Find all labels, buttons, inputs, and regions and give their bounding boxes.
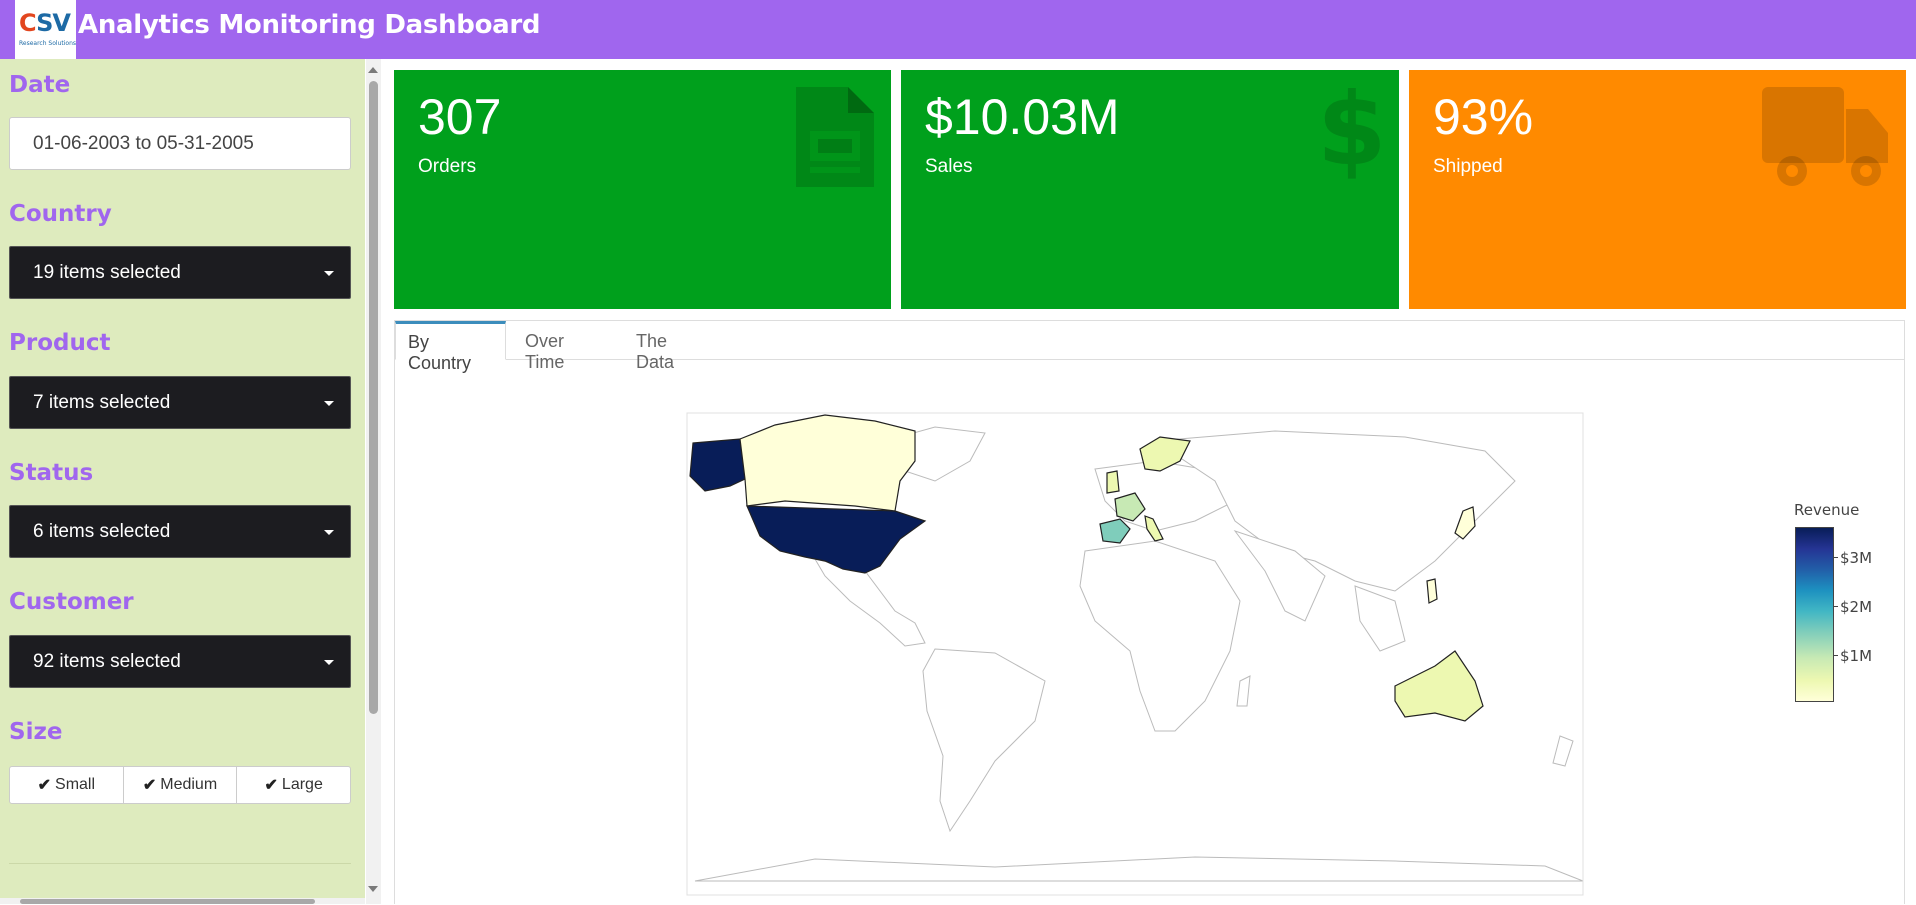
shipped-value: 93%: [1433, 89, 1534, 145]
scroll-down-arrow-icon[interactable]: [368, 886, 378, 892]
size-large-button[interactable]: ✔ Large: [237, 767, 350, 803]
caret-down-icon: [324, 271, 334, 276]
tab-bar: By Country Over Time The Data: [395, 321, 1904, 373]
country-label: Country: [9, 201, 112, 227]
australia-shape: [1394, 650, 1484, 722]
canada-shape: [739, 414, 916, 512]
dollar-icon: $: [1317, 71, 1387, 188]
logo-text: CSV: [19, 9, 71, 37]
status-select[interactable]: 6 items selected: [9, 505, 351, 558]
usa-shape: [746, 505, 927, 574]
country-select-value: 19 items selected: [33, 262, 181, 283]
shipped-value-box: 93% Shipped: [1409, 70, 1906, 309]
size-small-button[interactable]: ✔ Small: [10, 767, 124, 803]
world-choropleth-map[interactable]: [395, 361, 1904, 905]
caret-down-icon: [324, 530, 334, 535]
date-range-input[interactable]: 01-06-2003 to 05-31-2005: [9, 117, 351, 170]
size-label: Size: [9, 719, 63, 745]
header-bar: CSV Research Solutions Analytics Monitor…: [0, 0, 1916, 59]
orders-value-box: 307 Orders: [394, 70, 891, 309]
mexico-shape: [813, 558, 926, 647]
check-icon: ✔: [264, 777, 278, 794]
alaska-shape: [689, 438, 746, 492]
file-text-icon: [796, 87, 874, 187]
logo: CSV Research Solutions: [15, 0, 76, 59]
southeast-asia-shape: [1354, 585, 1406, 652]
colorbar-tick: [1834, 655, 1838, 656]
scrollbar-thumb[interactable]: [369, 81, 378, 714]
product-select-value: 7 items selected: [33, 392, 171, 413]
customer-select[interactable]: 92 items selected: [9, 635, 351, 688]
status-select-value: 6 items selected: [33, 521, 171, 542]
product-select[interactable]: 7 items selected: [9, 376, 351, 429]
scrollbar-thumb[interactable]: [20, 899, 315, 904]
antarctica-shape: [694, 856, 1584, 882]
customer-label: Customer: [9, 589, 134, 615]
colorbar-label-2m: $2M: [1840, 598, 1873, 616]
uk-shape: [1106, 470, 1120, 494]
sales-value: $10.03M: [925, 89, 1120, 145]
sidebar-divider: [9, 863, 351, 864]
new-zealand-shape: [1552, 735, 1574, 767]
scroll-up-arrow-icon[interactable]: [368, 67, 378, 73]
orders-value: 307: [418, 89, 502, 145]
truck-icon: [1762, 87, 1888, 186]
shipped-label: Shipped: [1433, 156, 1503, 177]
tab-the-data[interactable]: The Data: [624, 321, 718, 372]
customer-select-value: 92 items selected: [33, 651, 181, 672]
legend-title: Revenue: [1794, 501, 1860, 519]
country-select[interactable]: 19 items selected: [9, 246, 351, 299]
status-label: Status: [9, 460, 94, 486]
sales-value-box: $10.03M Sales $: [901, 70, 1399, 309]
sidebar-vertical-scrollbar[interactable]: [366, 59, 381, 904]
tab-by-country[interactable]: By Country: [395, 321, 506, 373]
caret-down-icon: [324, 660, 334, 665]
date-label: Date: [9, 72, 71, 98]
check-icon: ✔: [37, 777, 52, 794]
sidebar-horizontal-scrollbar[interactable]: [0, 898, 365, 904]
philippines-shape: [1426, 578, 1438, 604]
madagascar-shape: [1236, 675, 1251, 707]
revenue-colorbar: [1795, 527, 1834, 702]
caret-down-icon: [324, 401, 334, 406]
tab-panel: By Country Over Time The Data Revenue $3…: [394, 320, 1905, 904]
spain-shape: [1099, 518, 1131, 544]
size-medium-button[interactable]: ✔ Medium: [124, 767, 238, 803]
sales-label: Sales: [925, 156, 973, 177]
colorbar-tick: [1834, 557, 1838, 558]
colorbar-label-3m: $3M: [1840, 549, 1873, 567]
colorbar-label-1m: $1M: [1840, 647, 1873, 665]
colorbar-tick: [1834, 606, 1838, 607]
app-title: Analytics Monitoring Dashboard: [78, 10, 541, 40]
south-america-shape: [922, 648, 1046, 833]
sidebar: Date 01-06-2003 to 05-31-2005 Country 19…: [0, 59, 365, 904]
product-label: Product: [9, 330, 111, 356]
logo-subtext: Research Solutions: [19, 40, 76, 47]
africa-shape: [1079, 540, 1241, 732]
orders-label: Orders: [418, 156, 477, 177]
tab-over-time[interactable]: Over Time: [513, 321, 613, 372]
size-button-group: ✔ Small ✔ Medium ✔ Large: [9, 766, 351, 804]
check-icon: ✔: [142, 777, 157, 794]
